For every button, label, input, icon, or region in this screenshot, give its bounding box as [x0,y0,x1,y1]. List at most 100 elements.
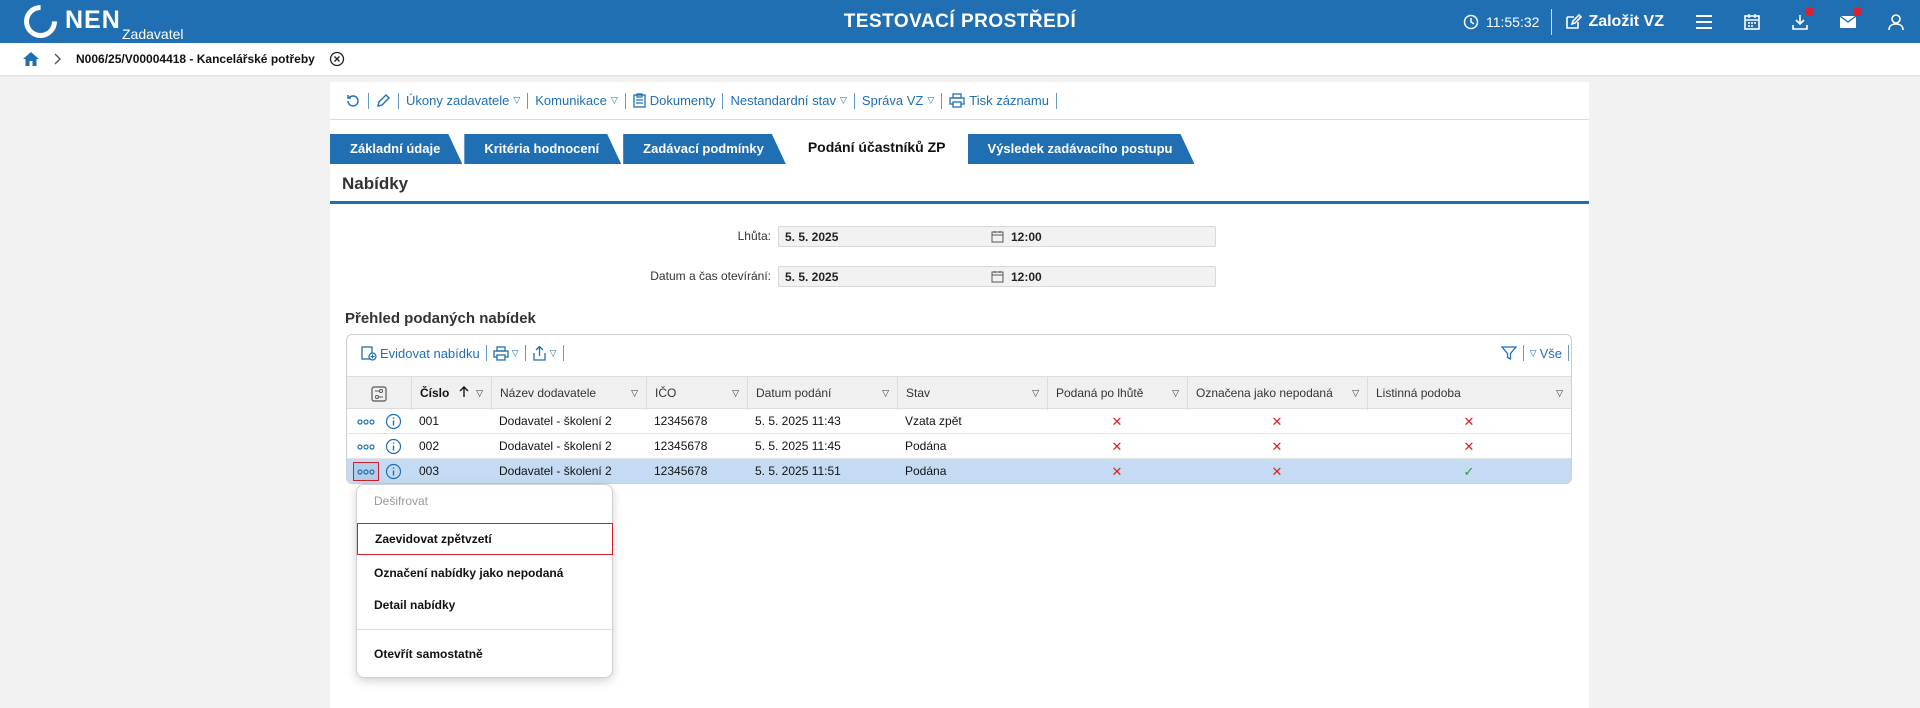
grid-view-all-button[interactable]: ▽ Vše [1524,346,1568,361]
messages-button[interactable] [1824,0,1872,43]
toolbar-dokumenty[interactable]: Dokumenty [626,93,723,108]
dropdown-triangle-icon: ▽ [549,347,557,358]
tab-zakladni-udaje[interactable]: Základní údaje [330,134,462,164]
cell-stav: Podána [905,464,947,478]
cross-icon: ✕ [1463,414,1475,429]
create-vz-button[interactable]: Založit VZ [1552,13,1680,31]
column-header-listinna[interactable]: Listinná podoba ▽ [1367,377,1571,410]
grid-filter-button[interactable] [1495,345,1523,361]
breadcrumb-title[interactable]: N006/25/V00004418 - Kancelářské potřeby [76,52,315,66]
toolbar-label: Správa VZ [861,93,924,108]
dropdown-triangle-icon: ▽ [1529,347,1537,358]
column-label: IČO [655,386,677,400]
toolbar-divider [853,92,855,109]
more-dots-icon [357,468,375,475]
column-header-stav[interactable]: Stav ▽ [897,377,1047,410]
grid-toolbar-right: ▽ Vše [1495,335,1571,371]
edit-button[interactable] [369,93,398,108]
menu-item-oznaceni-nepodana[interactable]: Označení nabídky jako nepodaná [357,557,614,589]
grid-toolbar-divider [562,345,564,361]
close-circle-icon[interactable] [329,51,345,67]
menu-item-zaevidovat-zpetvzeti[interactable]: Zaevidovat zpětvzetí [357,523,613,555]
menu-item-detail-nabidky[interactable]: Detail nabídky [357,589,614,621]
info-icon[interactable] [385,438,402,455]
user-icon [1888,13,1904,30]
printer-icon [949,93,965,108]
cell-po-lhute: ✕ [1047,434,1187,459]
clipboard-icon [633,93,646,108]
toolbar-ukony-zadavatele[interactable]: Úkony zadavatele ▽ [399,93,527,108]
dropdown-triangle-icon: ▽ [610,95,618,105]
column-header-ico[interactable]: IČO ▽ [646,377,747,410]
toolbar-divider [527,92,529,109]
refresh-button[interactable] [338,93,368,109]
cell-ico: 12345678 [654,439,708,453]
table-row[interactable]: 002 Dodavatel - školení 2 12345678 5. 5.… [347,434,1571,459]
grid-toolbar-divider [485,345,487,361]
checkmark-icon: ✓ [1463,464,1475,479]
column-label: Číslo [420,386,450,400]
column-filter-icon[interactable]: ▽ [476,377,483,410]
column-header-nepodana[interactable]: Označena jako nepodaná ▽ [1187,377,1367,410]
toolbar-divider [398,92,399,109]
cell-nazev: Dodavatel - školení 2 [499,414,612,428]
user-button[interactable] [1872,0,1920,43]
column-filter-icon[interactable]: ▽ [1172,377,1179,410]
grid-export-button[interactable]: ▽ [526,345,563,361]
lhuta-time: 12:00 [1011,230,1042,244]
more-dots-icon [357,443,375,450]
cross-icon: ✕ [1111,464,1123,479]
column-header-po-lhute[interactable]: Podaná po lhůtě ▽ [1047,377,1187,410]
tab-podani-ucastniku[interactable]: Podání účastníků ZP [787,130,966,164]
tab-vysledek-zadavaciho-postupu[interactable]: Výsledek zadávacího postupu [968,134,1195,164]
toolbar-tisk-zaznamu[interactable]: Tisk záznamu [942,93,1056,108]
column-settings-button[interactable] [347,377,411,410]
row-actions-button-active[interactable] [353,462,379,481]
clock-icon [1463,14,1479,29]
lhuta-label: Lhůta: [737,229,771,243]
toolbar-label: Dokumenty [649,93,716,108]
cell-datum: 5. 5. 2025 11:45 [755,439,841,453]
toolbar-nestandardni-stav[interactable]: Nestandardní stav ▽ [723,93,853,108]
cell-datum: 5. 5. 2025 11:43 [755,414,841,428]
nen-logo[interactable]: NEN [17,0,121,45]
calendar-button[interactable] [1728,0,1776,43]
hamburger-icon [1696,14,1712,29]
info-icon[interactable] [385,463,402,480]
info-icon[interactable] [385,413,402,430]
tab-zadavaci-podminky[interactable]: Zadávací podmínky [623,134,786,164]
cell-nazev: Dodavatel - školení 2 [499,439,612,453]
column-header-datum[interactable]: Datum podání ▽ [747,377,897,410]
column-filter-icon[interactable]: ▽ [631,377,638,410]
row-actions-button[interactable] [353,437,379,456]
otevirani-label: Datum a čas otevírání: [650,269,771,283]
table-row[interactable]: 001 Dodavatel - školení 2 12345678 5. 5.… [347,409,1571,434]
logo-ring-icon [17,0,64,45]
cell-datum: 5. 5. 2025 11:51 [755,464,841,478]
column-filter-icon[interactable]: ▽ [882,377,889,410]
table-row-selected[interactable]: 003 Dodavatel - školení 2 12345678 5. 5.… [347,459,1571,483]
add-offer-button[interactable]: Evidovat nabídku [355,345,486,361]
home-icon[interactable] [22,51,40,67]
calendar-icon [1744,13,1760,30]
create-vz-label: Založit VZ [1588,12,1664,30]
column-filter-icon[interactable]: ▽ [1032,377,1039,410]
column-header-nazev[interactable]: Název dodavatele ▽ [491,377,646,410]
column-filter-icon[interactable]: ▽ [732,377,739,410]
menu-item-otevrit-samostatne[interactable]: Otevřít samostatně [357,638,614,670]
column-header-cislo[interactable]: Číslo ▽ [411,377,491,410]
settings-sliders-icon [371,386,387,402]
tab-kriteria-hodnoceni[interactable]: Kritéria hodnocení [464,134,621,164]
toolbar-komunikace[interactable]: Komunikace ▽ [528,93,624,108]
menu-button[interactable] [1680,0,1728,43]
column-filter-icon[interactable]: ▽ [1556,377,1563,410]
row-actions-button[interactable] [353,412,379,431]
dropdown-triangle-icon: ▽ [840,95,847,105]
toolbar-divider [624,92,626,109]
toolbar-sprava-vz[interactable]: Správa VZ ▽ [855,93,941,108]
column-filter-icon[interactable]: ▽ [1352,377,1359,410]
downloads-button[interactable] [1776,0,1824,43]
cross-icon: ✕ [1271,414,1283,429]
dropdown-triangle-icon: ▽ [511,347,519,358]
grid-print-button[interactable]: ▽ [487,345,525,361]
